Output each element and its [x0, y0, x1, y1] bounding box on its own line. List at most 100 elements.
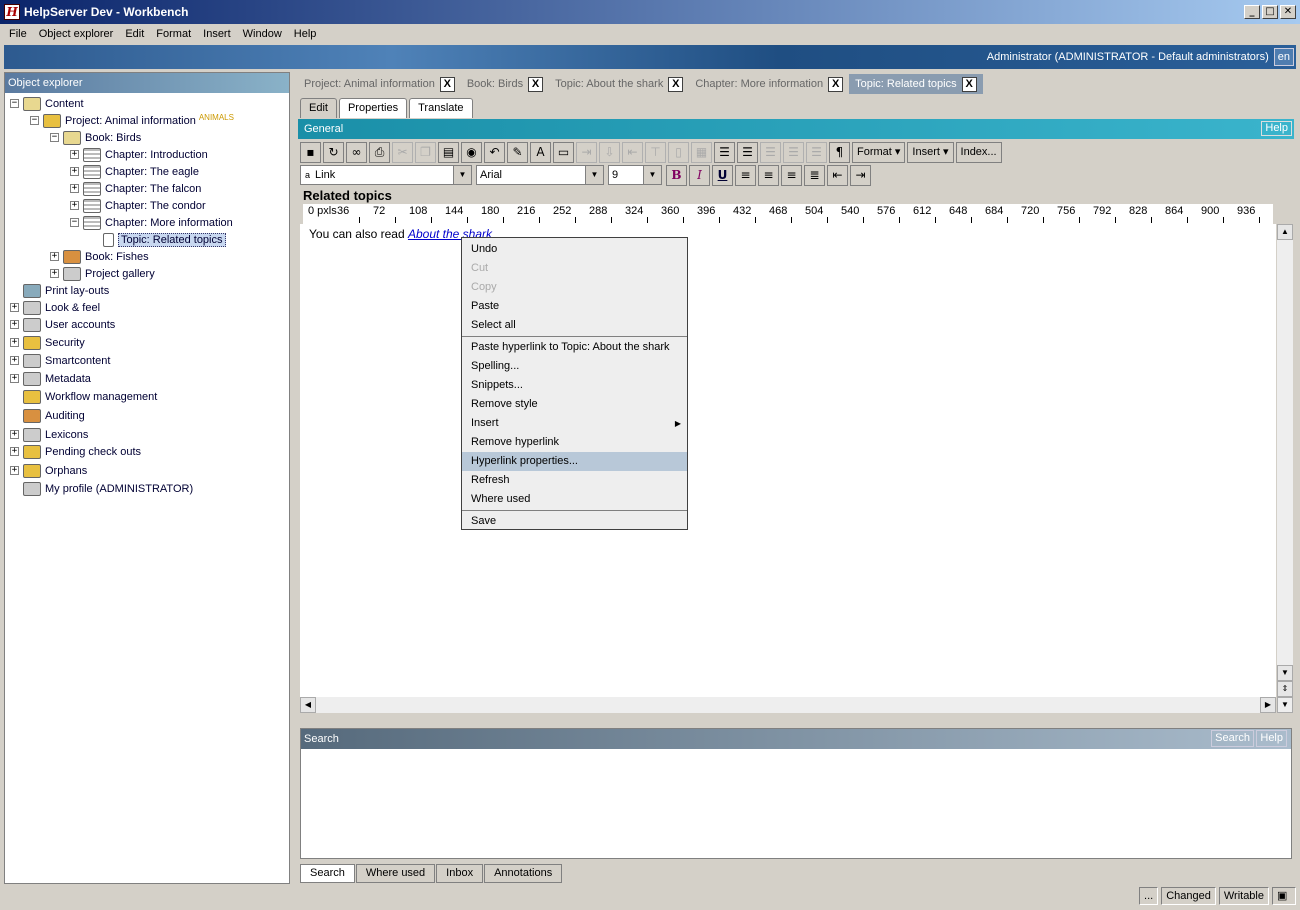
- bold-button[interactable]: B: [666, 164, 687, 186]
- collapse-icon[interactable]: −: [50, 133, 59, 142]
- menu-help[interactable]: Help: [289, 28, 322, 40]
- general-help-button[interactable]: Help: [1261, 121, 1292, 136]
- table-row-icon[interactable]: ⇥: [576, 141, 597, 163]
- menu-insert[interactable]: Insert: [198, 28, 236, 40]
- copy-icon[interactable]: ❐: [415, 141, 436, 163]
- size-select[interactable]: 9 ▼: [608, 165, 662, 185]
- expand-icon[interactable]: +: [10, 447, 19, 456]
- doc-tab[interactable]: Book: Birds X: [461, 74, 549, 94]
- close-tab-icon[interactable]: X: [528, 76, 544, 92]
- menu-item-insert[interactable]: Insert ▶: [462, 414, 687, 433]
- underline-button[interactable]: U: [712, 164, 733, 186]
- tab-edit[interactable]: Edit: [300, 98, 337, 118]
- window-icon[interactable]: ▭: [553, 141, 574, 163]
- paste-icon[interactable]: ▤: [438, 141, 459, 163]
- tab-where-used[interactable]: Where used: [355, 864, 436, 883]
- scroll-down-icon[interactable]: ▼: [1277, 665, 1293, 681]
- menu-item-remove-hyperlink[interactable]: Remove hyperlink: [462, 433, 687, 452]
- vertical-scrollbar[interactable]: ▲ ▼ ⇕: [1277, 224, 1293, 697]
- expand-icon[interactable]: +: [10, 466, 19, 475]
- align-right-icon[interactable]: ≡: [781, 164, 802, 186]
- menu-item-refresh[interactable]: Refresh: [462, 471, 687, 490]
- align-center-icon[interactable]: ≡: [758, 164, 779, 186]
- numbered-list-icon[interactable]: ☰: [714, 141, 735, 163]
- tree-item-13[interactable]: + User accounts: [10, 316, 115, 333]
- tree-item-5[interactable]: + Chapter: The falcon: [70, 180, 201, 197]
- tab-translate[interactable]: Translate: [409, 98, 473, 118]
- tree-item-4[interactable]: + Chapter: The eagle: [70, 163, 199, 180]
- tree-item-6[interactable]: + Chapter: The condor: [70, 197, 206, 214]
- table-cell-icon[interactable]: ▯: [668, 141, 689, 163]
- tab-inbox[interactable]: Inbox: [436, 864, 484, 883]
- expand-icon[interactable]: +: [10, 338, 19, 347]
- preview-icon[interactable]: ∞: [346, 141, 367, 163]
- expand-icon[interactable]: +: [50, 252, 59, 261]
- tree-item-14[interactable]: + Security: [10, 334, 85, 351]
- expand-icon[interactable]: +: [50, 269, 59, 278]
- search-help-button[interactable]: Help: [1256, 730, 1287, 747]
- list-indent-icon[interactable]: ☰: [760, 141, 781, 163]
- print-icon[interactable]: ⎙: [369, 141, 390, 163]
- language-button[interactable]: en: [1273, 48, 1294, 66]
- cut-icon[interactable]: ✂: [392, 141, 413, 163]
- menu-window[interactable]: Window: [238, 28, 287, 40]
- tree-item-18[interactable]: Auditing: [10, 407, 85, 424]
- tree-item-3[interactable]: + Chapter: Introduction: [70, 146, 208, 163]
- bullet-list-icon[interactable]: ☰: [737, 141, 758, 163]
- tree-item-21[interactable]: + Orphans: [10, 462, 87, 479]
- menu-format[interactable]: Format: [151, 28, 196, 40]
- expand-icon[interactable]: +: [70, 150, 79, 159]
- menu-item-where-used[interactable]: Where used: [462, 490, 687, 509]
- index-button[interactable]: Index...: [955, 141, 1002, 163]
- scroll-right-icon[interactable]: ▶: [1260, 697, 1276, 713]
- doc-tab[interactable]: Project: Animal information X: [298, 74, 461, 94]
- insert-menu-button[interactable]: Insert ▾: [907, 141, 954, 163]
- tree-item-16[interactable]: + Metadata: [10, 370, 91, 387]
- close-tab-icon[interactable]: X: [668, 76, 684, 92]
- menu-item-hyperlink-properties[interactable]: Hyperlink properties...: [462, 452, 687, 471]
- expand-icon[interactable]: +: [70, 201, 79, 210]
- maximize-button[interactable]: □: [1262, 5, 1278, 19]
- tab-annotations[interactable]: Annotations: [484, 864, 563, 883]
- font-color-icon[interactable]: A: [530, 141, 551, 163]
- menu-item-remove-style[interactable]: Remove style: [462, 395, 687, 414]
- style-select[interactable]: a Link ▼: [300, 165, 472, 185]
- list-outdent-icon[interactable]: ☰: [783, 141, 804, 163]
- tree-item-19[interactable]: + Lexicons: [10, 426, 88, 443]
- tree-item-12[interactable]: + Look & feel: [10, 299, 100, 316]
- format-menu-button[interactable]: Format ▾: [852, 141, 906, 163]
- expand-icon[interactable]: +: [10, 356, 19, 365]
- refresh-icon[interactable]: ↻: [323, 141, 344, 163]
- menu-item-undo[interactable]: Undo: [462, 240, 687, 259]
- tree-item-11[interactable]: Print lay-outs: [10, 282, 109, 299]
- tree-item-10[interactable]: + Project gallery: [50, 265, 155, 282]
- tree-item-8[interactable]: Topic: Related topics: [90, 231, 226, 248]
- status-resize-icon[interactable]: ▣: [1272, 887, 1296, 905]
- collapse-icon[interactable]: −: [70, 218, 79, 227]
- menu-item-save[interactable]: Save: [462, 512, 687, 531]
- menu-item-snippets[interactable]: Snippets...: [462, 376, 687, 395]
- horizontal-scrollbar[interactable]: ◀ ▶: [300, 697, 1276, 713]
- tree-item-7[interactable]: − Chapter: More information: [70, 214, 233, 231]
- table-split-icon[interactable]: ⊤: [645, 141, 666, 163]
- doc-tab[interactable]: Chapter: More information X: [689, 74, 849, 94]
- scroll-down-icon[interactable]: ▼: [1277, 697, 1293, 713]
- tree-item-0[interactable]: − Content: [10, 95, 84, 112]
- expand-icon[interactable]: +: [10, 320, 19, 329]
- menu-object-explorer[interactable]: Object explorer: [34, 28, 119, 40]
- italic-button[interactable]: I: [689, 164, 710, 186]
- menu-item-cut[interactable]: Cut: [462, 259, 687, 278]
- outdent-icon[interactable]: ⇤: [827, 164, 848, 186]
- menu-file[interactable]: File: [4, 28, 32, 40]
- align-left-icon[interactable]: ≡: [735, 164, 756, 186]
- expand-icon[interactable]: +: [70, 184, 79, 193]
- editor-area[interactable]: [300, 224, 1276, 697]
- font-select[interactable]: Arial ▼: [476, 165, 604, 185]
- menu-item-spelling[interactable]: Spelling...: [462, 357, 687, 376]
- tree-item-20[interactable]: + Pending check outs: [10, 443, 141, 460]
- expand-icon[interactable]: +: [70, 167, 79, 176]
- panel-splitter[interactable]: [290, 72, 296, 884]
- status-ellipsis-button[interactable]: ...: [1139, 887, 1159, 905]
- close-tab-icon[interactable]: X: [961, 76, 977, 92]
- menu-edit[interactable]: Edit: [120, 28, 149, 40]
